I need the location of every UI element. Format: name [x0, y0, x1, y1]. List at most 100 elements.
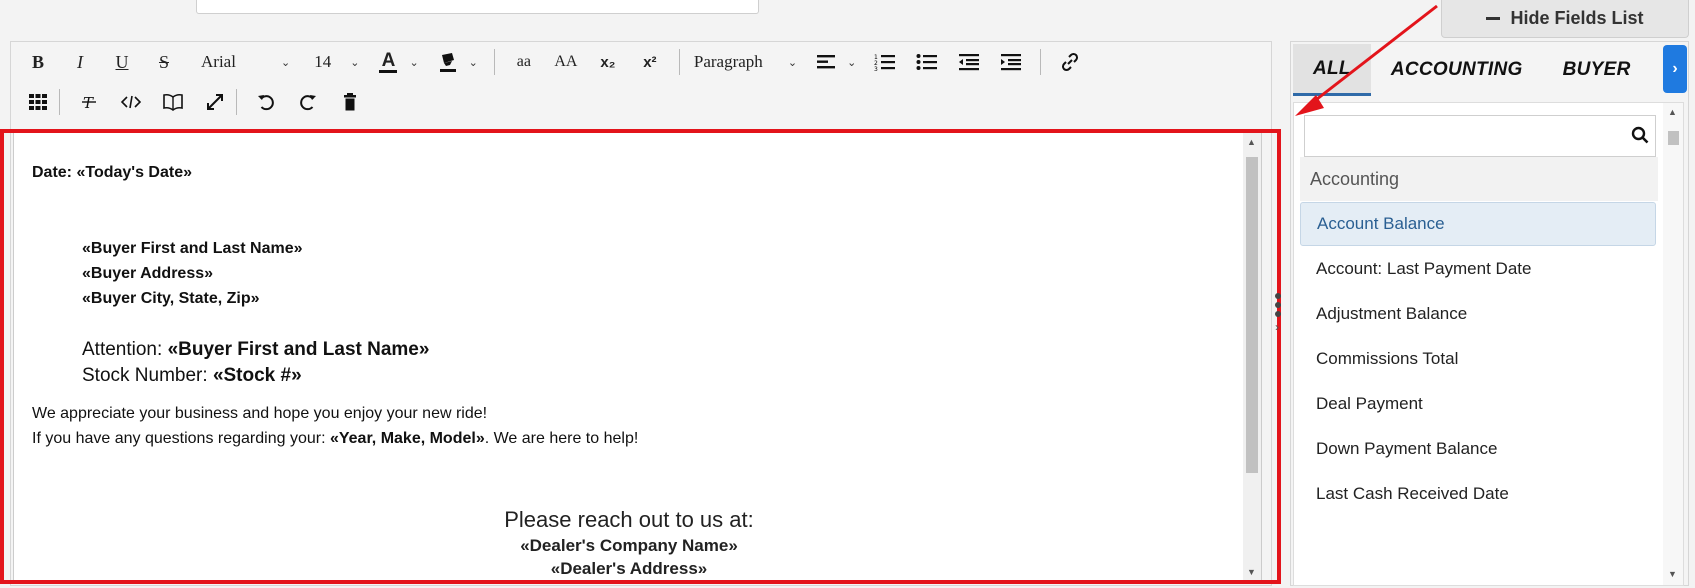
- ordered-list-button[interactable]: 123: [870, 46, 900, 78]
- fields-list-panel: ALL ACCOUNTING BUYER › Accounting Accoun…: [1290, 41, 1689, 586]
- lowercase-button[interactable]: aa: [509, 46, 539, 78]
- book-open-icon: [163, 93, 183, 111]
- fields-list: Accounting Account Balance Account: Last…: [1293, 102, 1684, 586]
- chevron-down-icon[interactable]: ⌄: [409, 56, 418, 69]
- bold-button[interactable]: B: [23, 46, 53, 78]
- bullet-list-icon: [916, 54, 938, 70]
- scroll-down-icon[interactable]: ▼: [1668, 569, 1677, 579]
- fields-scrollbar-thumb[interactable]: [1668, 131, 1679, 145]
- link-icon: [1062, 52, 1079, 72]
- underline-button[interactable]: U: [107, 46, 137, 78]
- code-icon: [121, 95, 141, 109]
- toolbar-row-2: T: [23, 82, 377, 122]
- tab-buyer[interactable]: BUYER: [1543, 44, 1651, 96]
- expand-icon: [207, 94, 223, 110]
- outdent-icon: [959, 54, 980, 71]
- field-search-input[interactable]: [1305, 116, 1605, 154]
- indent-icon: [1001, 54, 1022, 71]
- grip-dot-icon: [1275, 302, 1281, 308]
- table-grid-icon: [29, 94, 47, 110]
- date-merge-field: «Today's Date»: [76, 164, 193, 181]
- toolbar-divider: [236, 89, 237, 115]
- chevron-down-icon[interactable]: ⌄: [788, 56, 797, 69]
- chevron-down-icon[interactable]: ⌄: [469, 56, 478, 69]
- field-category-tabs: ALL ACCOUNTING BUYER: [1293, 44, 1663, 96]
- source-code-button[interactable]: [116, 86, 146, 118]
- italic-button[interactable]: I: [65, 46, 95, 78]
- font-family-select[interactable]: Arial: [201, 52, 273, 72]
- tabs-next-button[interactable]: ›: [1663, 45, 1687, 93]
- svg-text:3: 3: [874, 66, 878, 71]
- date-label: Date:: [32, 164, 77, 181]
- top-text-input[interactable]: [196, 0, 759, 14]
- editor-scrollbar[interactable]: ▲ ▼: [1243, 133, 1261, 581]
- outdent-button[interactable]: [954, 46, 984, 78]
- scroll-down-icon[interactable]: ▼: [1247, 567, 1256, 577]
- field-group-header: Accounting: [1300, 157, 1658, 201]
- chevron-down-icon[interactable]: ⌄: [847, 56, 856, 69]
- attention-label: Attention:: [82, 339, 168, 360]
- undo-button[interactable]: [251, 86, 281, 118]
- attention-merge-field: «Buyer First and Last Name»: [167, 339, 430, 360]
- tab-accounting[interactable]: ACCOUNTING: [1371, 44, 1543, 96]
- collapse-chevron-icon[interactable]: ›: [1275, 320, 1284, 334]
- superscript-button[interactable]: x²: [635, 46, 665, 78]
- undo-icon: [258, 95, 274, 111]
- block-format-select[interactable]: Paragraph: [694, 52, 780, 72]
- questions-text-end: . We are here to help!: [484, 430, 639, 447]
- appreciation-paragraph: We appreciate your business and hope you…: [32, 405, 488, 422]
- questions-paragraph: If you have any questions regarding your…: [32, 430, 638, 448]
- chevron-down-icon[interactable]: ⌄: [350, 56, 359, 69]
- fields-scrollbar[interactable]: ▲ ▼: [1663, 103, 1683, 585]
- field-search[interactable]: [1304, 115, 1656, 157]
- trash-icon: [344, 93, 356, 111]
- bullet-list-button[interactable]: [912, 46, 942, 78]
- toolbar-divider: [493, 49, 495, 75]
- strikethrough-button[interactable]: S: [149, 46, 179, 78]
- editor-content-area[interactable]: Date: «Today's Date» «Buyer First and La…: [13, 132, 1262, 582]
- redo-button[interactable]: [293, 86, 323, 118]
- highlighter-icon: [439, 53, 456, 72]
- questions-text: If you have any questions regarding your…: [32, 430, 330, 447]
- preview-button[interactable]: [158, 86, 188, 118]
- toolbar-divider: [59, 89, 60, 115]
- align-button[interactable]: [811, 46, 841, 78]
- hide-fields-list-button[interactable]: Hide Fields List: [1441, 0, 1689, 38]
- text-color-swatch: [379, 69, 398, 73]
- toolbar-divider: [678, 49, 680, 75]
- delete-button[interactable]: [335, 86, 365, 118]
- clear-formatting-button[interactable]: T: [74, 86, 104, 118]
- field-item-down-payment-balance[interactable]: Down Payment Balance: [1300, 427, 1656, 471]
- font-size-select[interactable]: 14: [314, 52, 342, 72]
- uppercase-button[interactable]: AA: [551, 46, 581, 78]
- field-item-adjustment-balance[interactable]: Adjustment Balance: [1300, 292, 1656, 336]
- rich-text-editor: B I U S Arial ⌄ 14 ⌄ A ⌄ ⌄ aa AA x₂ x² P…: [10, 41, 1272, 586]
- buyer-name-line: «Buyer First and Last Name»: [82, 240, 303, 257]
- tab-all[interactable]: ALL: [1293, 44, 1371, 96]
- table-button[interactable]: [23, 86, 53, 118]
- text-color-button[interactable]: A: [373, 46, 403, 78]
- subscript-button[interactable]: x₂: [593, 46, 623, 78]
- search-icon[interactable]: [1631, 126, 1649, 144]
- vehicle-merge-field: «Year, Make, Model»: [329, 430, 485, 447]
- attention-line: Attention: «Buyer First and Last Name»: [82, 339, 429, 361]
- insert-link-button[interactable]: [1055, 46, 1085, 78]
- align-left-icon: [817, 55, 836, 69]
- text-color-icon: A: [381, 49, 396, 71]
- field-item-last-payment-date[interactable]: Account: Last Payment Date: [1300, 247, 1656, 291]
- scroll-up-icon[interactable]: ▲: [1668, 107, 1677, 117]
- fullscreen-button[interactable]: [200, 86, 230, 118]
- indent-button[interactable]: [996, 46, 1026, 78]
- panel-resize-handle[interactable]: ›: [1272, 290, 1284, 350]
- toolbar-divider: [1040, 49, 1042, 75]
- scroll-up-icon[interactable]: ▲: [1247, 137, 1256, 147]
- field-item-commissions-total[interactable]: Commissions Total: [1300, 337, 1656, 381]
- field-item-account-balance[interactable]: Account Balance: [1300, 202, 1656, 246]
- clear-format-icon: T: [82, 94, 96, 111]
- field-item-last-cash-received[interactable]: Last Cash Received Date: [1300, 472, 1656, 516]
- highlight-color-button[interactable]: [433, 46, 463, 78]
- field-item-deal-payment[interactable]: Deal Payment: [1300, 382, 1656, 426]
- chevron-down-icon[interactable]: ⌄: [281, 56, 290, 69]
- editor-scrollbar-thumb[interactable]: [1246, 157, 1258, 473]
- date-line: Date: «Today's Date»: [32, 164, 192, 182]
